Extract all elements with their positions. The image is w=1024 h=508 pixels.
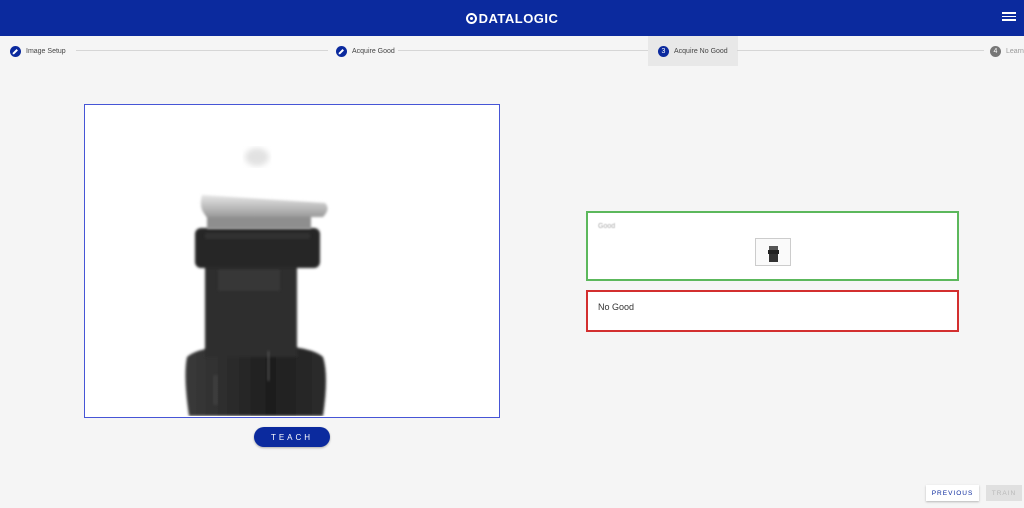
pencil-icon	[336, 45, 347, 57]
top-app-bar: DATALOGIC	[0, 0, 1024, 36]
step-learn[interactable]: 4 Learn	[990, 36, 1024, 66]
datalogic-logo: DATALOGIC	[0, 0, 1024, 36]
step-image-setup[interactable]: Image Setup	[10, 36, 66, 66]
no-good-class-panel[interactable]: No Good	[586, 290, 959, 332]
step-connector	[76, 50, 328, 51]
step-label: Image Setup	[26, 47, 66, 55]
step-connector	[737, 50, 984, 51]
step-acquire-no-good[interactable]: 3 Acquire No Good	[648, 36, 738, 66]
good-class-label: Good	[598, 223, 616, 230]
step-number-badge: 4	[990, 45, 1001, 57]
step-connector	[398, 50, 648, 51]
camera-image-frame[interactable]	[84, 104, 500, 418]
good-class-panel[interactable]: Good	[586, 211, 959, 281]
train-button[interactable]: TRAIN	[986, 485, 1022, 501]
teach-button[interactable]: TEACH	[254, 427, 330, 447]
wizard-stepper: Image Setup Acquire Good 3 Acquire No Go…	[0, 36, 1024, 66]
hamburger-menu-icon[interactable]	[1002, 12, 1016, 24]
step-acquire-good[interactable]: Acquire Good	[336, 36, 395, 66]
step-label: Learn	[1006, 47, 1024, 55]
camera-image-vial	[85, 105, 498, 416]
no-good-class-label: No Good	[598, 302, 635, 312]
good-sample-thumbnail[interactable]	[755, 238, 791, 266]
step-label: Acquire Good	[352, 47, 395, 55]
step-label: Acquire No Good	[674, 47, 728, 55]
step-number-badge: 3	[658, 45, 669, 57]
pencil-icon	[10, 45, 21, 57]
previous-button[interactable]: PREVIOUS	[926, 485, 979, 501]
logo-mark-icon	[465, 12, 477, 24]
brand-name: DATALOGIC	[478, 10, 559, 26]
